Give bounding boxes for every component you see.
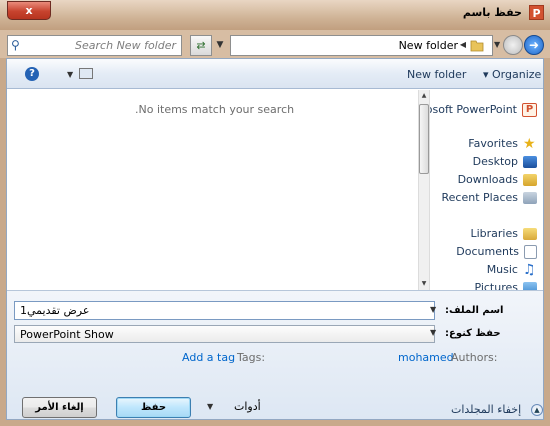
history-dropdown[interactable]: ▼	[494, 40, 500, 49]
tools-button[interactable]: أدوات	[234, 400, 261, 413]
recent-places-icon	[523, 192, 537, 204]
save-type-label: حفظ كنوع:	[445, 328, 501, 339]
nav-item-documents[interactable]: Documents	[456, 245, 537, 259]
search-placeholder: Search New folder	[75, 39, 176, 52]
hide-folders-button[interactable]: إخفاء المجلدات	[451, 403, 521, 416]
scroll-down-icon[interactable]: ▼	[419, 278, 429, 290]
collapse-icon[interactable]: ▲	[531, 404, 543, 416]
nav-item-label: Documents	[456, 245, 519, 258]
nav-item-libraries[interactable]: Libraries	[470, 227, 537, 240]
dialog-body: ? ▼ New folder ▾ Organize .No items matc…	[6, 58, 544, 420]
new-folder-button[interactable]: New folder	[407, 68, 466, 81]
breadcrumb-arrow-icon[interactable]: ◀	[460, 40, 466, 49]
nav-item-label: Music	[486, 263, 518, 276]
documents-icon	[524, 245, 537, 259]
nav-item-powerpoint[interactable]: crosoft PowerPoint P	[430, 103, 537, 117]
nav-item-label: Favorites	[468, 137, 518, 150]
back-arrow-icon[interactable]	[503, 35, 523, 55]
nav-item-label: Recent Places	[441, 191, 519, 204]
tools-dropdown-icon[interactable]: ▼	[207, 402, 213, 411]
nav-item-recent-places[interactable]: Recent Places	[441, 191, 537, 204]
nav-item-favorites[interactable]: Favorites ★	[468, 136, 537, 152]
forward-arrow-icon[interactable]: ➜	[524, 35, 544, 55]
save-type-select[interactable]: PowerPoint Show	[14, 325, 435, 343]
search-input[interactable]: ⚲ Search New folder	[7, 35, 182, 56]
refresh-button[interactable]: ⇄	[190, 35, 212, 56]
scroll-up-icon[interactable]: ▲	[419, 90, 429, 102]
organize-button[interactable]: ▾ Organize	[483, 68, 541, 81]
address-bar[interactable]: New folder ◀	[230, 35, 493, 56]
nav-item-label: crosoft PowerPoint	[430, 103, 517, 116]
preview-pane-icon[interactable]	[79, 68, 93, 79]
view-dropdown[interactable]: ▼	[67, 70, 73, 79]
save-type-dropdown-icon[interactable]: ▼	[430, 328, 436, 337]
desktop-icon	[523, 156, 537, 168]
author-value[interactable]: mohamed	[398, 351, 454, 364]
title-bar: x حفظ باسم P	[0, 0, 550, 30]
save-button[interactable]: حفظ	[116, 397, 191, 418]
search-icon: ⚲	[11, 38, 20, 52]
music-icon: ♫	[523, 262, 536, 278]
nav-item-downloads[interactable]: Downloads	[458, 173, 537, 186]
nav-item-music[interactable]: Music ♫	[486, 262, 537, 278]
filename-field[interactable]: عرض تقديمي1	[14, 301, 435, 320]
nav-scrollbar[interactable]: ▲ ▼	[418, 90, 430, 290]
filename-dropdown-icon[interactable]: ▼	[430, 305, 436, 314]
filename-label: اسم الملف:	[445, 305, 504, 316]
libraries-icon	[523, 228, 537, 240]
nav-item-label: Downloads	[457, 173, 518, 186]
help-icon[interactable]: ?	[25, 67, 39, 81]
star-icon: ★	[523, 136, 536, 152]
downloads-icon	[523, 174, 537, 186]
pictures-icon	[523, 282, 537, 290]
powerpoint-app-icon: P	[529, 5, 544, 20]
toolbar: ? ▼ New folder ▾ Organize	[7, 59, 543, 89]
nav-item-label: Desktop	[472, 155, 518, 168]
save-type-value: PowerPoint Show	[20, 328, 114, 341]
empty-message: .No items match your search	[135, 103, 295, 116]
authors-label: :Authors	[451, 351, 498, 364]
nav-item-pictures[interactable]: Pictures	[474, 281, 537, 290]
navigation-pane: crosoft PowerPoint P Favorites ★ Desktop D…	[430, 90, 543, 290]
address-row: ⚲ Search New folder ⇄ ▼ New folder ◀ ▼ ➜	[0, 30, 550, 58]
recent-locations-dropdown[interactable]: ▼	[214, 35, 226, 56]
add-tag-link[interactable]: Add a tag	[182, 351, 235, 364]
breadcrumb-new-folder[interactable]: New folder	[399, 39, 458, 52]
refresh-icon: ⇄	[196, 39, 206, 52]
cancel-button[interactable]: إلغاء الأمر	[22, 397, 97, 418]
save-form: عرض تقديمي1 ▼ اسم الملف: PowerPoint Show…	[7, 290, 543, 419]
nav-item-label: Pictures	[474, 281, 518, 290]
nav-item-label: Libraries	[470, 227, 518, 240]
tags-label: :Tags	[237, 351, 266, 364]
powerpoint-icon: P	[522, 103, 537, 117]
filename-value: عرض تقديمي1	[20, 304, 90, 317]
window-title: حفظ باسم	[462, 6, 522, 19]
nav-item-desktop[interactable]: Desktop	[473, 155, 537, 168]
file-list[interactable]: .No items match your search	[7, 90, 413, 290]
scroll-thumb[interactable]	[419, 104, 429, 174]
close-button[interactable]: x	[7, 1, 51, 20]
folder-icon	[470, 40, 484, 52]
